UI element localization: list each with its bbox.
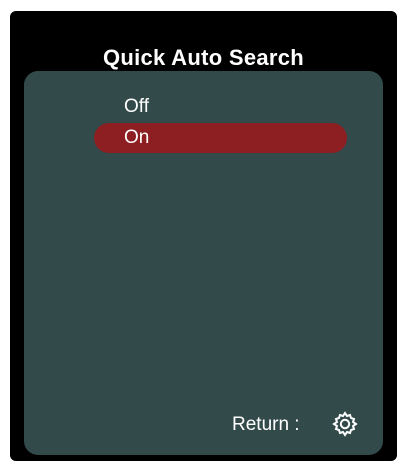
return-label: Return : [232,414,300,435]
option-off-label: Off [124,96,149,117]
gear-icon[interactable] [332,411,358,437]
menu-title: Quick Auto Search [102,45,305,70]
option-off[interactable]: Off [94,92,347,122]
option-on[interactable]: On [94,123,347,153]
option-on-label: On [124,127,150,148]
osd-menu-frame: Quick Auto Search [10,11,397,461]
